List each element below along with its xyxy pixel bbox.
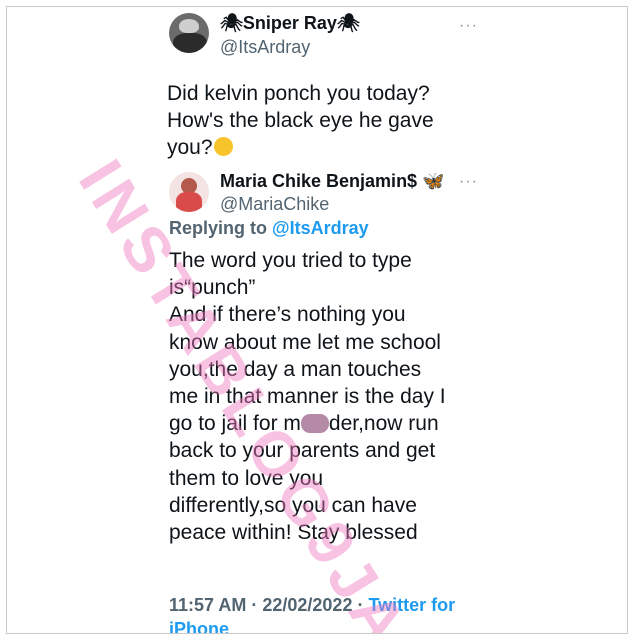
tweet-line: back to your parents and get — [169, 439, 436, 463]
avatar-sniper-ray[interactable] — [169, 13, 209, 53]
avatar-maria-chike[interactable] — [169, 172, 209, 212]
original-tweet-text: Did kelvin ponch you today? How's the bl… — [167, 80, 487, 161]
tweet-line: Did kelvin ponch you today? — [167, 82, 430, 105]
more-options-icon[interactable]: ··· — [459, 173, 478, 191]
butterfly-icon: 🦋 — [422, 171, 445, 191]
display-name-maria-chike[interactable]: Maria Chike Benjamin$ 🦋 — [220, 171, 445, 192]
screenshot-frame: 🕷Sniper Ray🕷 @ItsArdray ··· Did kelvin p… — [6, 6, 628, 634]
tweet-line: The word you tried to type — [169, 249, 412, 272]
handle-itsardray[interactable]: @ItsArdray — [220, 37, 310, 58]
tweet-line: you? — [167, 134, 487, 161]
display-name-sniper-ray[interactable]: 🕷Sniper Ray🕷 — [220, 13, 360, 34]
replying-to: Replying to @ItsArdray — [169, 218, 369, 238]
handle-mariachike[interactable]: @MariaChike — [220, 194, 329, 215]
tweet-line: How's the black eye he gave — [167, 109, 434, 132]
more-options-icon[interactable]: ··· — [459, 17, 478, 35]
thinking-face-icon — [213, 137, 233, 156]
replying-to-handle-link[interactable]: @ItsArdray — [272, 218, 369, 238]
censor-blur — [300, 414, 329, 434]
